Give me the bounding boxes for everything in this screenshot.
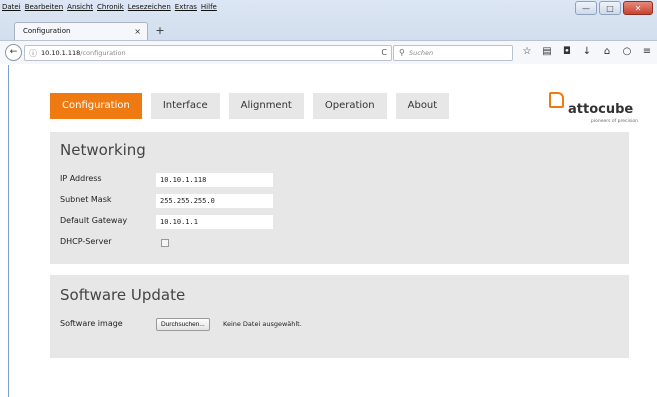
bookmark-star-icon[interactable]: ☆ bbox=[521, 46, 533, 57]
browse-file-button[interactable]: Durchsuchen... bbox=[156, 318, 210, 331]
menu-chronik[interactable]: Chronik bbox=[97, 3, 124, 14]
window-controls: — □ ✕ bbox=[575, 1, 653, 15]
url-bar[interactable]: ⓘ 10.10.1.118/configuration C bbox=[24, 45, 392, 61]
main-nav: Configuration Interface Alignment Operat… bbox=[50, 93, 458, 119]
browser-chrome: Datei Bearbeiten Ansicht Chronik Lesezei… bbox=[0, 0, 657, 64]
tab-interface[interactable]: Interface bbox=[150, 93, 220, 119]
dhcp-server-checkbox[interactable] bbox=[161, 239, 169, 247]
tab-strip: Configuration × + bbox=[0, 21, 657, 40]
navigation-bar: ← ⓘ 10.10.1.118/configuration C ⚲ Suchen… bbox=[0, 40, 657, 64]
default-gateway-input[interactable] bbox=[156, 215, 273, 229]
software-image-label: Software image bbox=[60, 319, 123, 328]
brand-name: attocube bbox=[568, 102, 634, 117]
tab-alignment[interactable]: Alignment bbox=[228, 93, 304, 119]
browser-tab-configuration[interactable]: Configuration × bbox=[14, 22, 148, 40]
file-status: Keine Datei ausgewählt. bbox=[223, 320, 302, 328]
new-tab-button[interactable]: + bbox=[152, 22, 168, 39]
page-border bbox=[8, 65, 9, 397]
back-button[interactable]: ← bbox=[5, 44, 22, 61]
page-content: Configuration Interface Alignment Operat… bbox=[0, 65, 657, 397]
search-placeholder: Suchen bbox=[409, 49, 434, 57]
networking-panel: Networking IP Address Subnet Mask Defaul… bbox=[50, 132, 629, 264]
url-path: /configuration bbox=[80, 49, 126, 57]
tab-about[interactable]: About bbox=[395, 93, 450, 119]
software-update-panel: Software Update Software image Durchsuch… bbox=[50, 275, 629, 358]
search-bar[interactable]: ⚲ Suchen bbox=[393, 45, 513, 61]
reload-icon[interactable]: C bbox=[381, 48, 387, 57]
menu-datei[interactable]: Datei bbox=[2, 3, 21, 14]
home-icon[interactable]: ⌂ bbox=[601, 46, 613, 57]
menu-hilfe[interactable]: Hilfe bbox=[201, 3, 217, 14]
url-text: 10.10.1.118/configuration bbox=[41, 49, 126, 57]
menu-lesezeichen[interactable]: Lesezeichen bbox=[128, 3, 171, 14]
pocket-icon[interactable]: ◘ bbox=[561, 46, 573, 57]
browser-tab-title: Configuration bbox=[23, 27, 71, 35]
maximize-button[interactable]: □ bbox=[599, 1, 621, 15]
ip-address-label: IP Address bbox=[60, 174, 102, 183]
hamburger-menu-icon[interactable]: ≡ bbox=[641, 46, 653, 57]
software-update-title: Software Update bbox=[60, 286, 186, 304]
subnet-mask-label: Subnet Mask bbox=[60, 195, 112, 204]
url-host: 10.10.1.118 bbox=[41, 49, 81, 57]
subnet-mask-input[interactable] bbox=[156, 194, 273, 208]
chat-icon[interactable]: ○ bbox=[621, 46, 633, 57]
toolbar-icons: ☆ ▤ ◘ ↓ ⌂ ○ ≡ bbox=[521, 46, 653, 57]
logo-mark-icon bbox=[549, 92, 564, 108]
minimize-button[interactable]: — bbox=[575, 1, 597, 15]
search-icon: ⚲ bbox=[399, 48, 405, 57]
close-tab-icon[interactable]: × bbox=[134, 23, 141, 40]
dhcp-server-label: DHCP-Server bbox=[60, 237, 112, 246]
bookmarks-list-icon[interactable]: ▤ bbox=[541, 46, 553, 57]
menu-ansicht[interactable]: Ansicht bbox=[67, 3, 93, 14]
menu-bar: Datei Bearbeiten Ansicht Chronik Lesezei… bbox=[2, 3, 217, 14]
close-window-button[interactable]: ✕ bbox=[623, 1, 653, 15]
menu-bearbeiten[interactable]: Bearbeiten bbox=[25, 3, 63, 14]
ip-address-input[interactable] bbox=[156, 173, 273, 187]
brand-tagline: pioneers of precision bbox=[591, 119, 638, 124]
download-icon[interactable]: ↓ bbox=[581, 46, 593, 57]
default-gateway-label: Default Gateway bbox=[60, 216, 128, 225]
tab-operation[interactable]: Operation bbox=[312, 93, 387, 119]
networking-title: Networking bbox=[60, 141, 146, 159]
site-info-icon[interactable]: ⓘ bbox=[29, 48, 37, 59]
menu-extras[interactable]: Extras bbox=[175, 3, 197, 14]
attocube-logo: attocube pioneers of precision bbox=[549, 92, 638, 126]
tab-configuration[interactable]: Configuration bbox=[50, 93, 142, 119]
